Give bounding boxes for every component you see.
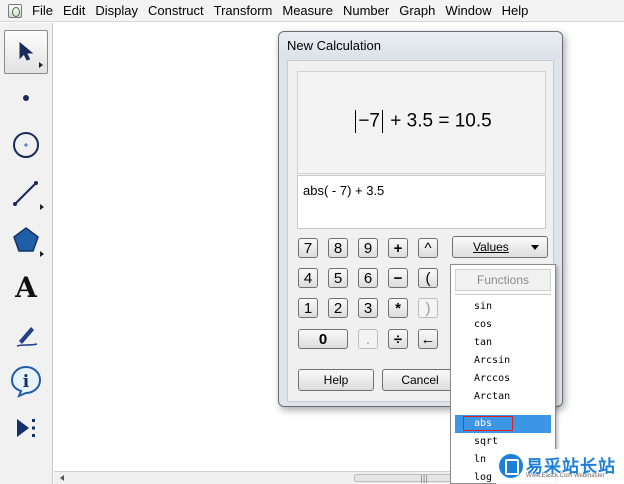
menu-number[interactable]: Number: [338, 0, 394, 22]
app-logo-icon: [8, 3, 22, 18]
marker-icon: [16, 327, 38, 347]
function-item-abs[interactable]: abs: [455, 415, 551, 433]
marker-tool[interactable]: [4, 312, 48, 356]
info-glyph: i: [23, 372, 30, 392]
menu-separator: [455, 294, 551, 295]
function-item-arctan[interactable]: Arctan: [455, 388, 551, 406]
abs-inner-value: −7: [358, 110, 380, 132]
expression-preview: −7 + 3.5 = 10.5: [298, 110, 547, 133]
function-item-cos[interactable]: cos: [455, 316, 551, 334]
submenu-arrow-icon: [40, 251, 44, 257]
menu-help[interactable]: Help: [497, 0, 534, 22]
key-4[interactable]: 4: [298, 268, 318, 288]
key-6[interactable]: 6: [358, 268, 378, 288]
key-0[interactable]: 0: [298, 329, 348, 349]
scroll-left-icon[interactable]: [60, 475, 64, 481]
function-item-sin[interactable]: sin: [455, 298, 551, 316]
watermark-logo-icon: [499, 454, 523, 478]
key-2[interactable]: 2: [328, 298, 348, 318]
segment-icon: [13, 181, 38, 206]
key-5[interactable]: 5: [328, 268, 348, 288]
function-item-arccos[interactable]: Arccos: [455, 370, 551, 388]
custom-tool-icon: [17, 419, 35, 437]
polygon-tool[interactable]: [4, 218, 48, 262]
cancel-button[interactable]: Cancel: [382, 369, 458, 391]
key-1[interactable]: 1: [298, 298, 318, 318]
arrow-tool[interactable]: [4, 30, 48, 74]
abs-bar-right: [381, 110, 383, 133]
info-icon: i: [10, 365, 42, 398]
key-decimal[interactable]: .: [358, 329, 378, 349]
help-button[interactable]: Help: [298, 369, 374, 391]
expression-result: + 3.5 = 10.5: [390, 110, 492, 132]
menu-bar: File Edit Display Construct Transform Me…: [0, 0, 624, 22]
watermark: 易采站长站 Www.Easck.Com Webmaster: [496, 449, 624, 484]
submenu-arrow-icon: [39, 62, 43, 68]
menu-transform[interactable]: Transform: [209, 0, 278, 22]
function-item-arcsin[interactable]: Arcsin: [455, 352, 551, 370]
text-tool[interactable]: A: [4, 265, 48, 309]
key-minus[interactable]: −: [388, 268, 408, 288]
dialog-title: New Calculation: [287, 38, 381, 53]
functions-header: Functions: [455, 269, 551, 291]
scrollbar-grip-icon: |||: [420, 474, 429, 483]
point-tool[interactable]: [4, 76, 48, 120]
point-icon: [23, 95, 29, 101]
menu-edit[interactable]: Edit: [58, 0, 90, 22]
menu-window[interactable]: Window: [440, 0, 496, 22]
function-item-abs-label: abs: [474, 418, 493, 429]
values-dropdown-button[interactable]: Values: [452, 236, 548, 258]
menu-measure[interactable]: Measure: [277, 0, 338, 22]
dialog-titlebar[interactable]: New Calculation: [279, 32, 562, 58]
menu-graph[interactable]: Graph: [394, 0, 440, 22]
information-tool[interactable]: i: [4, 359, 48, 403]
menu-construct[interactable]: Construct: [143, 0, 209, 22]
key-backspace[interactable]: ←: [418, 329, 438, 349]
toolbox: A i: [0, 23, 53, 484]
abs-bar-left: [355, 110, 357, 133]
key-8[interactable]: 8: [328, 238, 348, 258]
arrow-icon: [19, 41, 34, 61]
key-3[interactable]: 3: [358, 298, 378, 318]
expression-input[interactable]: abs( - 7) + 3.5: [297, 175, 546, 229]
circle-icon: [13, 132, 39, 158]
straightedge-tool[interactable]: [4, 171, 48, 215]
key-close-paren[interactable]: ): [418, 298, 438, 318]
compass-tool[interactable]: [4, 123, 48, 167]
app-window: File Edit Display Construct Transform Me…: [0, 0, 624, 484]
menu-display[interactable]: Display: [90, 0, 143, 22]
key-9[interactable]: 9: [358, 238, 378, 258]
watermark-subtitle: Www.Easck.Com Webmaster: [526, 473, 605, 479]
menu-file[interactable]: File: [27, 0, 58, 22]
function-item-tan[interactable]: tan: [455, 334, 551, 352]
text-icon: A: [15, 270, 37, 304]
key-open-paren[interactable]: (: [418, 268, 438, 288]
custom-tool[interactable]: [4, 406, 48, 450]
chevron-down-icon: [531, 245, 539, 250]
key-power[interactable]: ^: [418, 238, 438, 258]
polygon-icon: [13, 227, 39, 252]
expression-display: −7 + 3.5 = 10.5: [297, 71, 546, 174]
key-multiply[interactable]: *: [388, 298, 408, 318]
values-label: Values: [473, 240, 509, 254]
submenu-arrow-icon: [40, 204, 44, 210]
key-plus[interactable]: +: [388, 238, 408, 258]
key-7[interactable]: 7: [298, 238, 318, 258]
key-divide[interactable]: ÷: [388, 329, 408, 349]
